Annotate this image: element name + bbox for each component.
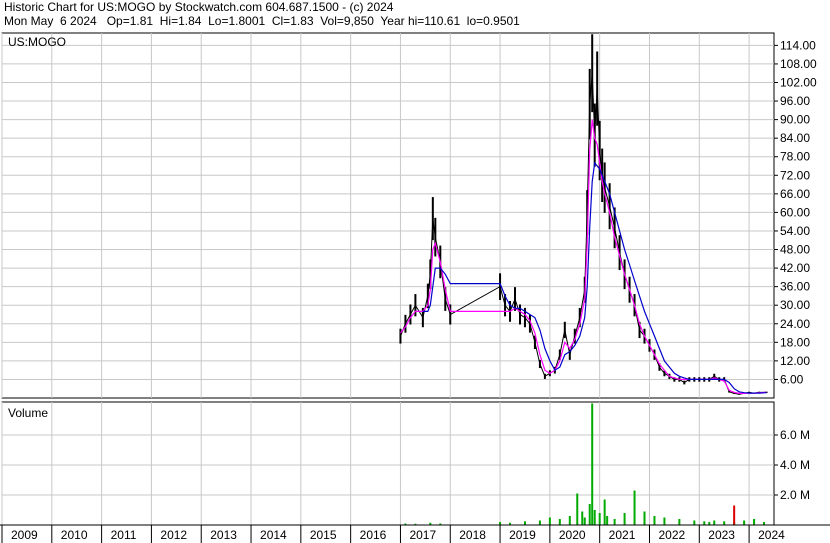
volume-bar bbox=[723, 521, 726, 525]
volume-bar bbox=[713, 520, 716, 525]
price-tick-label: 54.00 bbox=[780, 224, 810, 238]
price-tick-label: 108.00 bbox=[780, 57, 817, 71]
volume-bar bbox=[598, 513, 601, 525]
price-tick-label: 18.00 bbox=[780, 335, 810, 349]
price-tick-label: 114.00 bbox=[780, 38, 816, 52]
price-tick-label: 96.00 bbox=[780, 94, 810, 108]
price-tick-label: 42.00 bbox=[780, 261, 810, 275]
volume-bar bbox=[593, 510, 596, 525]
price-tick-label: 12.00 bbox=[780, 354, 810, 368]
volume-bar bbox=[678, 519, 681, 525]
volume-tick-label: 2.0 M bbox=[780, 488, 810, 502]
year-tick-label: 2018 bbox=[459, 528, 486, 542]
price-tick-label: 6.00 bbox=[780, 372, 804, 386]
price-panel-frame bbox=[1, 32, 775, 399]
volume-bar bbox=[606, 516, 609, 525]
year-tick-label: 2020 bbox=[559, 528, 586, 542]
volume-bar bbox=[591, 403, 594, 525]
volume-bar bbox=[538, 520, 541, 525]
price-tick-label: 36.00 bbox=[780, 280, 810, 294]
year-tick-label: 2017 bbox=[409, 528, 436, 542]
volume-bar bbox=[548, 517, 551, 525]
price-tick-label: 66.00 bbox=[780, 187, 810, 201]
volume-bar bbox=[703, 521, 706, 525]
stock-chart: 114.00 108.00 102.00 96.00 90.00 84.00 78.00 72… bbox=[0, 32, 830, 543]
volume-bar bbox=[588, 504, 591, 525]
year-tick-label: 2021 bbox=[609, 528, 636, 542]
volume-tick-label: 4.0 M bbox=[780, 458, 810, 472]
price-tick-label: 48.00 bbox=[780, 243, 810, 257]
year-axis: 2009 2010 2011 2012 2013 2014 2015 2016 2017 2018… bbox=[0, 524, 830, 543]
price-tick-label: 90.00 bbox=[780, 113, 810, 127]
volume-bar bbox=[613, 519, 616, 525]
volume-bar bbox=[643, 511, 646, 525]
year-tick-label: 2012 bbox=[160, 528, 187, 542]
price-panel-title: US:MOGO bbox=[8, 35, 66, 49]
year-tick-label: 2011 bbox=[111, 528, 137, 542]
price-tick-label: 84.00 bbox=[780, 131, 810, 145]
year-tick-label: 2009 bbox=[11, 528, 38, 542]
price-tick-label: 72.00 bbox=[780, 168, 810, 182]
volume-bar bbox=[603, 499, 606, 525]
volume-tick-label: 6.0 M bbox=[780, 428, 810, 442]
volume-bar bbox=[693, 520, 696, 525]
year-tick-label: 2023 bbox=[708, 528, 735, 542]
volume-bar bbox=[653, 516, 656, 525]
volume-bar bbox=[733, 505, 736, 525]
year-tick-label: 2019 bbox=[509, 528, 536, 542]
volume-bar bbox=[523, 521, 526, 525]
price-tick-label: 60.00 bbox=[780, 205, 810, 219]
volume-bar bbox=[581, 511, 584, 525]
volume-bar bbox=[583, 517, 586, 525]
volume-bar bbox=[623, 513, 626, 525]
volume-bar bbox=[558, 519, 561, 525]
volume-bar bbox=[568, 516, 571, 525]
price-tick-label: 78.00 bbox=[780, 150, 810, 164]
year-tick-label: 2014 bbox=[260, 528, 287, 542]
year-tick-label: 2016 bbox=[360, 528, 387, 542]
volume-panel-frame bbox=[1, 401, 775, 526]
year-tick-label: 2010 bbox=[61, 528, 88, 542]
year-tick-label: 2013 bbox=[210, 528, 237, 542]
volume-y-ticks: 6.0 M 4.0 M 2.0 M bbox=[774, 428, 810, 502]
year-tick-label: 2015 bbox=[310, 528, 337, 542]
volume-bar bbox=[753, 519, 756, 525]
price-y-ticks: 114.00 108.00 102.00 96.00 90.00 84.00 78.00 72… bbox=[774, 38, 817, 386]
price-tick-label: 30.00 bbox=[780, 298, 810, 312]
price-tick-label: 102.00 bbox=[780, 75, 817, 89]
price-tick-label: 24.00 bbox=[780, 317, 810, 331]
volume-bar bbox=[743, 520, 746, 525]
volume-bar bbox=[576, 493, 579, 525]
volume-bar bbox=[633, 490, 636, 525]
volume-panel-title: Volume bbox=[8, 406, 48, 420]
year-tick-label: 2024 bbox=[758, 528, 785, 542]
year-tick-label: 2022 bbox=[658, 528, 685, 542]
volume-bar bbox=[663, 517, 666, 525]
